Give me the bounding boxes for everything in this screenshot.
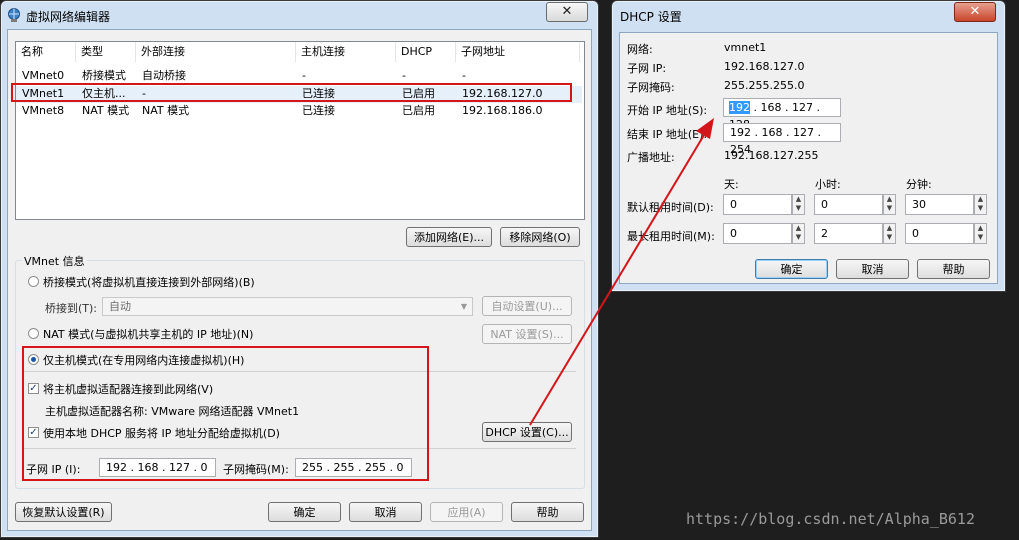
nat-settings-button[interactable]: NAT 设置(S)... <box>482 324 572 344</box>
bridge-to-label: 桥接到(T): <box>45 302 98 315</box>
title-bar[interactable]: DHCP 设置 ✕ <box>612 1 1005 29</box>
spin-down-icon[interactable]: ▼ <box>884 204 895 213</box>
restore-defaults-button[interactable]: 恢复默认设置(R) <box>15 502 112 522</box>
cell-external: NAT 模式 <box>142 104 190 117</box>
spin-down-icon[interactable]: ▼ <box>975 233 986 242</box>
cell-name: VMnet0 <box>22 69 65 82</box>
bridge-to-select[interactable]: 自动 ▼ <box>102 297 473 316</box>
cell-host: 已连接 <box>302 104 335 117</box>
default-lease-label: 默认租用时间(D): <box>627 201 714 214</box>
subnet-mask-label: 子网掩码: <box>627 81 675 94</box>
spin-up-icon[interactable]: ▲ <box>975 195 986 204</box>
col-header-external[interactable]: 外部连接 <box>136 42 296 62</box>
col-header-subnet[interactable]: 子网地址 <box>456 42 580 62</box>
bridged-label[interactable]: 桥接模式(将虚拟机直接连接到外部网络)(B) <box>43 274 255 290</box>
nat-radio[interactable] <box>28 328 39 339</box>
cell-type: 桥接模式 <box>82 69 126 82</box>
max-lease-days-spinner[interactable]: ▲ ▼ <box>792 223 805 244</box>
default-lease-hours-spinner[interactable]: ▲ ▼ <box>883 194 896 215</box>
network-table[interactable]: 名称 类型 外部连接 主机连接 DHCP 子网地址 VMnet0 桥接模式 自动… <box>15 41 585 220</box>
max-lease-minutes-input[interactable]: 0 <box>905 223 974 244</box>
spin-down-icon[interactable]: ▼ <box>793 204 804 213</box>
cell-external: 自动桥接 <box>142 69 186 82</box>
minutes-header: 分钟: <box>906 178 932 191</box>
dhcp-help-button[interactable]: 帮助 <box>917 259 990 279</box>
title-bar[interactable]: 虚拟网络编辑器 ✕ <box>1 1 598 29</box>
cell-host: - <box>302 69 306 82</box>
max-lease-hours-spinner[interactable]: ▲ ▼ <box>883 223 896 244</box>
dhcp-client-area: 网络: vmnet1 子网 IP: 192.168.127.0 子网掩码: 25… <box>619 32 998 284</box>
group-label: VMnet 信息 <box>22 253 87 269</box>
close-button[interactable]: ✕ <box>954 2 996 22</box>
broadcast-label: 广播地址: <box>627 151 675 164</box>
max-lease-days-input[interactable]: 0 <box>723 223 792 244</box>
subnet-ip-value: 192.168.127.0 <box>724 60 805 73</box>
cell-dhcp: 已启用 <box>402 104 435 117</box>
window-title: DHCP 设置 <box>620 10 682 24</box>
annotation-highlight-vmnet1-row <box>11 83 572 102</box>
hours-header: 小时: <box>815 178 841 191</box>
max-lease-minutes-spinner[interactable]: ▲ ▼ <box>974 223 987 244</box>
bridge-to-value: 自动 <box>109 300 131 313</box>
network-value: vmnet1 <box>724 41 767 54</box>
spin-down-icon[interactable]: ▼ <box>975 204 986 213</box>
network-label: 网络: <box>627 43 653 56</box>
cell-name: VMnet8 <box>22 104 65 117</box>
dhcp-ok-button[interactable]: 确定 <box>755 259 828 279</box>
default-lease-minutes-input[interactable]: 30 <box>905 194 974 215</box>
ok-button[interactable]: 确定 <box>268 502 341 522</box>
bridged-radio[interactable] <box>28 276 39 287</box>
default-lease-days-input[interactable]: 0 <box>723 194 792 215</box>
subnet-mask-value: 255.255.255.0 <box>724 79 805 92</box>
table-row[interactable]: VMnet8 NAT 模式 NAT 模式 已连接 已启用 192.168.186… <box>16 103 582 120</box>
spin-down-icon[interactable]: ▼ <box>884 233 895 242</box>
start-ip-input[interactable]: 192 . 168 . 127 . 128 <box>723 98 841 131</box>
start-ip-selected-text: 192 <box>729 101 750 114</box>
apply-button[interactable]: 应用(A) <box>430 502 503 522</box>
help-button[interactable]: 帮助 <box>511 502 584 522</box>
dhcp-settings-button[interactable]: DHCP 设置(C)... <box>482 422 572 442</box>
add-network-button[interactable]: 添加网络(E)... <box>406 227 492 247</box>
auto-settings-button[interactable]: 自动设置(U)... <box>482 296 572 316</box>
network-globe-icon <box>8 8 20 22</box>
end-ip-input[interactable]: 192 . 168 . 127 . 254 <box>723 123 841 156</box>
spin-down-icon[interactable]: ▼ <box>793 233 804 242</box>
days-header: 天: <box>724 178 739 191</box>
col-header-dhcp[interactable]: DHCP <box>396 42 456 62</box>
dhcp-cancel-button[interactable]: 取消 <box>836 259 909 279</box>
spin-up-icon[interactable]: ▲ <box>884 195 895 204</box>
start-ip-label: 开始 IP 地址(S): <box>627 104 708 117</box>
end-ip-label: 结束 IP 地址(E): <box>627 128 708 141</box>
subnet-ip-label: 子网 IP: <box>627 62 667 75</box>
nat-label[interactable]: NAT 模式(与虚拟机共享主机的 IP 地址)(N) <box>43 326 253 342</box>
default-lease-hours-input[interactable]: 0 <box>814 194 883 215</box>
watermark-text: https://blog.csdn.net/Alpha_B612 <box>686 510 975 528</box>
spin-up-icon[interactable]: ▲ <box>884 224 895 233</box>
max-lease-hours-input[interactable]: 2 <box>814 223 883 244</box>
close-button[interactable]: ✕ <box>546 2 588 22</box>
cell-subnet: - <box>462 69 466 82</box>
spin-up-icon[interactable]: ▲ <box>793 195 804 204</box>
cell-type: NAT 模式 <box>82 104 130 117</box>
default-lease-minutes-spinner[interactable]: ▲ ▼ <box>974 194 987 215</box>
window-title: 虚拟网络编辑器 <box>26 10 111 24</box>
default-lease-days-spinner[interactable]: ▲ ▼ <box>792 194 805 215</box>
broadcast-value: 192.168.127.255 <box>724 149 819 162</box>
col-header-host[interactable]: 主机连接 <box>296 42 396 62</box>
annotation-highlight-host-only-group <box>22 346 429 481</box>
dhcp-settings-window: DHCP 设置 ✕ 网络: vmnet1 子网 IP: 192.168.127.… <box>611 0 1006 292</box>
spin-up-icon[interactable]: ▲ <box>793 224 804 233</box>
chevron-down-icon: ▼ <box>460 302 467 311</box>
spin-up-icon[interactable]: ▲ <box>975 224 986 233</box>
cell-dhcp: - <box>402 69 406 82</box>
cell-subnet: 192.168.186.0 <box>462 104 543 117</box>
max-lease-label: 最长租用时间(M): <box>627 230 715 243</box>
remove-network-button[interactable]: 移除网络(O) <box>500 227 580 247</box>
cancel-button[interactable]: 取消 <box>349 502 422 522</box>
col-header-name[interactable]: 名称 <box>16 42 76 62</box>
col-header-type[interactable]: 类型 <box>76 42 136 62</box>
